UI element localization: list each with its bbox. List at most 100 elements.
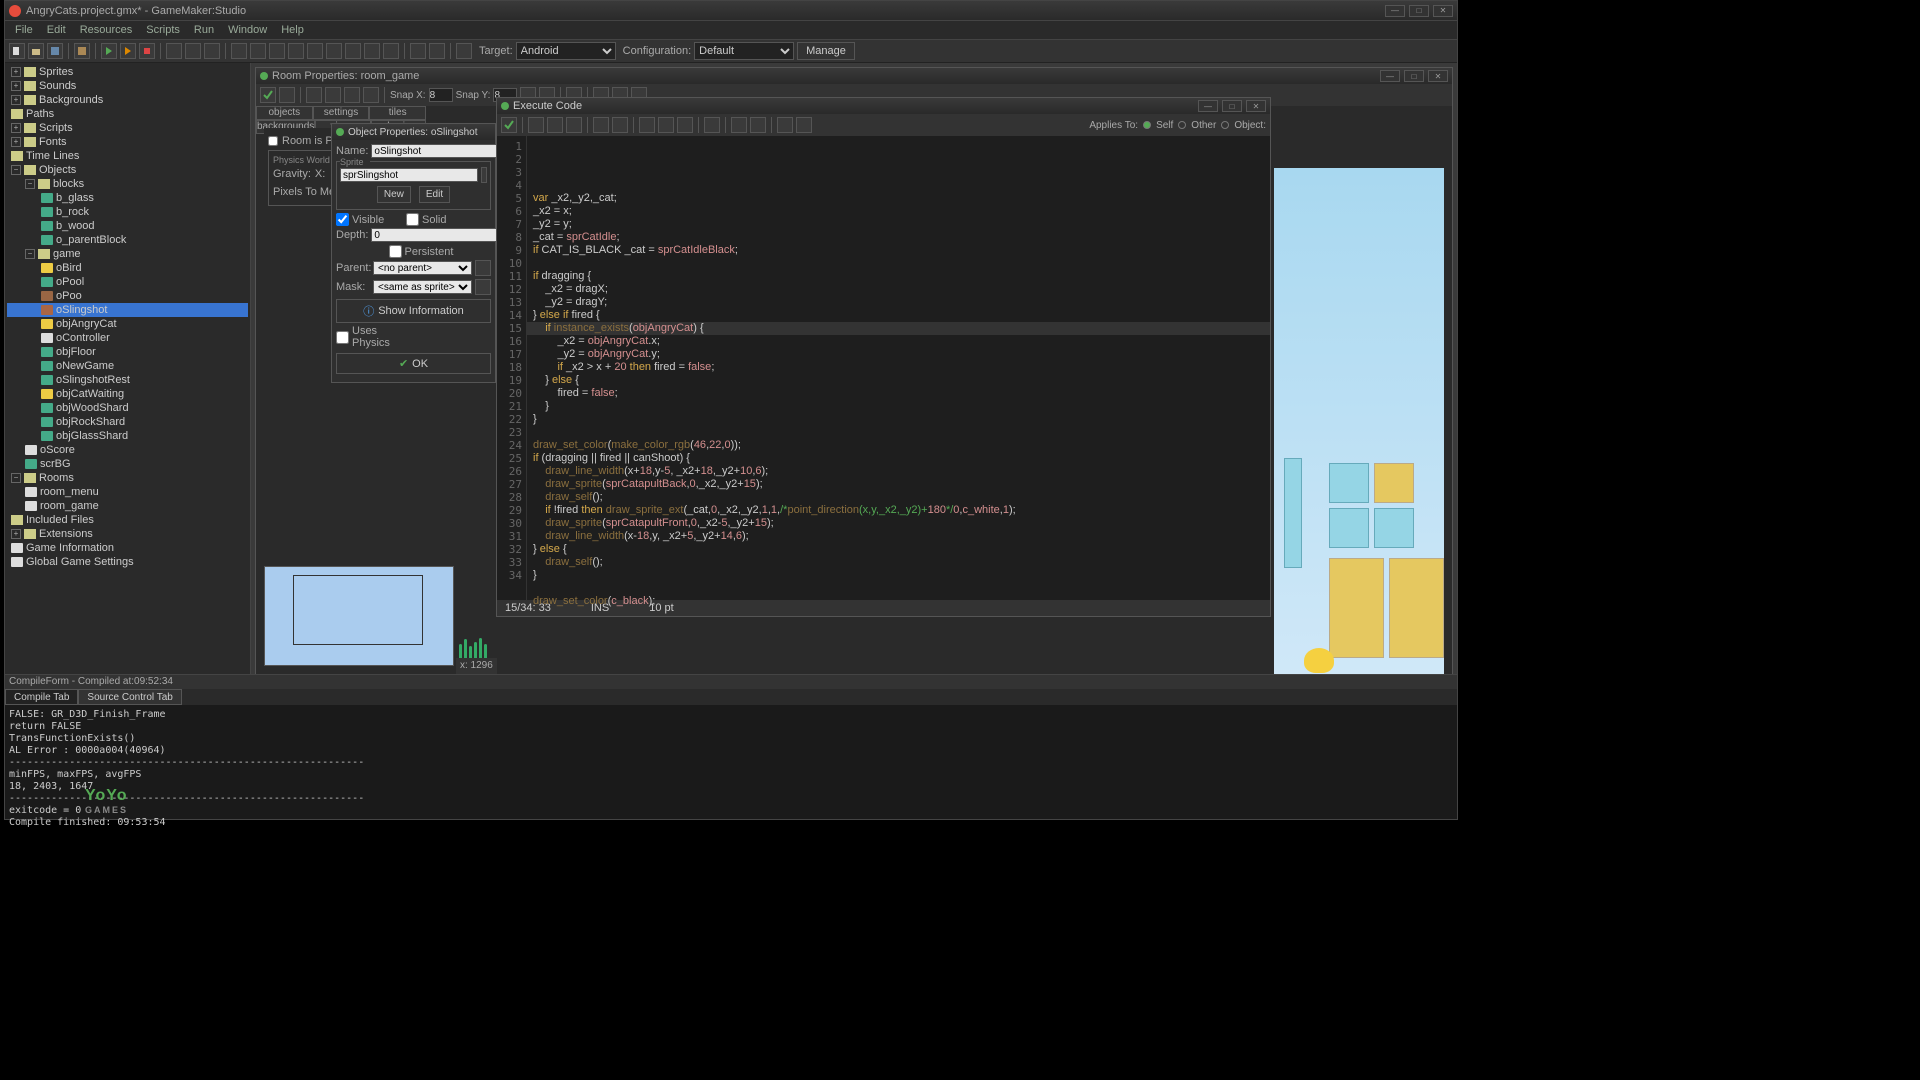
code-text[interactable]: var _x2,_y2,_cat;_x2 = x;_y2 = y;_cat = … <box>527 136 1270 600</box>
tree-blocks-folder[interactable]: −blocks <box>7 177 248 191</box>
tree-timelines[interactable]: Time Lines <box>7 149 248 163</box>
bg-icon[interactable] <box>269 43 285 59</box>
show-info-button[interactable]: ⓘShow Information <box>336 299 491 323</box>
cache-icon[interactable] <box>185 43 201 59</box>
tree-scrbg[interactable]: scrBG <box>7 457 248 471</box>
room-paste[interactable] <box>344 87 360 103</box>
sprite-browse-icon[interactable] <box>481 167 487 183</box>
room-min[interactable]: — <box>1380 70 1400 82</box>
tree-parentblock[interactable]: o_parentBlock <box>7 233 248 247</box>
settings-icon[interactable] <box>410 43 426 59</box>
compile-log[interactable]: FALSE: GR_D3D_Finish_Frame return FALSE … <box>5 705 1457 833</box>
mask-select[interactable]: <same as sprite> <box>373 280 472 294</box>
tree-oslingshot[interactable]: oSlingshot <box>7 303 248 317</box>
tree-sprites[interactable]: +Sprites <box>7 65 248 79</box>
code-find-icon[interactable] <box>704 117 720 133</box>
tree-opool[interactable]: oPool <box>7 275 248 289</box>
ok-button[interactable]: ✔OK <box>336 353 491 374</box>
minimize-button[interactable]: — <box>1385 5 1405 17</box>
room-copy[interactable] <box>325 87 341 103</box>
room-close[interactable]: ✕ <box>1428 70 1448 82</box>
tree-oscore[interactable]: oScore <box>7 443 248 457</box>
room-ok-btn[interactable] <box>260 87 276 103</box>
applies-self-radio[interactable] <box>1143 121 1151 129</box>
object-icon[interactable] <box>364 43 380 59</box>
room-lock[interactable] <box>363 87 379 103</box>
tree-extensions[interactable]: +Extensions <box>7 527 248 541</box>
tree-objwoodshard[interactable]: objWoodShard <box>7 401 248 415</box>
script-icon[interactable] <box>307 43 323 59</box>
save-icon[interactable] <box>47 43 63 59</box>
compile-tab[interactable]: Compile Tab <box>5 689 78 705</box>
code-max[interactable]: □ <box>1222 100 1242 112</box>
menu-run[interactable]: Run <box>188 22 220 38</box>
tree-game-folder[interactable]: −game <box>7 247 248 261</box>
menu-help[interactable]: Help <box>275 22 310 38</box>
clean-icon[interactable] <box>166 43 182 59</box>
tab-settings[interactable]: settings <box>313 106 370 120</box>
code-ok-btn[interactable] <box>501 117 517 133</box>
tree-sounds[interactable]: +Sounds <box>7 79 248 93</box>
help-icon[interactable] <box>456 43 472 59</box>
room-undo[interactable] <box>279 87 295 103</box>
room-max[interactable]: □ <box>1404 70 1424 82</box>
tree-brock[interactable]: b_rock <box>7 205 248 219</box>
visible-check[interactable] <box>336 213 349 226</box>
code-save-icon[interactable] <box>547 117 563 133</box>
tree-rooms[interactable]: −Rooms <box>7 471 248 485</box>
snapx-input[interactable] <box>429 88 453 102</box>
close-button[interactable]: ✕ <box>1433 5 1453 17</box>
new-sprite-button[interactable]: New <box>377 186 411 203</box>
tree-bwood[interactable]: b_wood <box>7 219 248 233</box>
menu-window[interactable]: Window <box>222 22 273 38</box>
sprite-icon[interactable] <box>231 43 247 59</box>
timeline-icon[interactable] <box>345 43 361 59</box>
target-select[interactable]: Android <box>516 42 616 60</box>
tree-roommenu[interactable]: room_menu <box>7 485 248 499</box>
tree-objglassshard[interactable]: objGlassShard <box>7 429 248 443</box>
room-titlebar[interactable]: Room Properties: room_game —□✕ <box>256 68 1452 84</box>
tree-gameinfo[interactable]: Game Information <box>7 541 248 555</box>
web-icon[interactable] <box>204 43 220 59</box>
tree-objangrycat[interactable]: objAngryCat <box>7 317 248 331</box>
tree-scripts[interactable]: +Scripts <box>7 121 248 135</box>
menu-resources[interactable]: Resources <box>74 22 139 38</box>
tree-backgrounds[interactable]: +Backgrounds <box>7 93 248 107</box>
code-editor[interactable]: 1234567891011121314151617181920212223242… <box>497 136 1270 600</box>
tab-tiles[interactable]: tiles <box>369 106 426 120</box>
font-icon[interactable] <box>326 43 342 59</box>
code-titlebar[interactable]: Execute Code —□✕ <box>497 98 1270 114</box>
tree-onewgame[interactable]: oNewGame <box>7 359 248 373</box>
applies-other-radio[interactable] <box>1178 121 1186 129</box>
tree-opoo[interactable]: oPoo <box>7 289 248 303</box>
obj-titlebar[interactable]: Object Properties: oSlingshot <box>332 124 495 140</box>
path-icon[interactable] <box>288 43 304 59</box>
code-copy-icon[interactable] <box>658 117 674 133</box>
source-control-tab[interactable]: Source Control Tab <box>78 689 181 705</box>
room-minimap[interactable] <box>264 566 454 666</box>
tree-objects[interactable]: −Objects <box>7 163 248 177</box>
maximize-button[interactable]: □ <box>1409 5 1429 17</box>
code-goto-icon[interactable] <box>777 117 793 133</box>
stop-icon[interactable] <box>139 43 155 59</box>
obj-sprite-input[interactable] <box>340 168 478 182</box>
code-snippet-icon[interactable] <box>731 117 747 133</box>
code-load-icon[interactable] <box>528 117 544 133</box>
room-cut[interactable] <box>306 87 322 103</box>
new-icon[interactable] <box>9 43 25 59</box>
tree-roomgame[interactable]: room_game <box>7 499 248 513</box>
code-redo-icon[interactable] <box>612 117 628 133</box>
tree-obird[interactable]: oBird <box>7 261 248 275</box>
sound-icon[interactable] <box>250 43 266 59</box>
tree-fonts[interactable]: +Fonts <box>7 135 248 149</box>
manage-button[interactable]: Manage <box>797 42 855 60</box>
code-help-icon[interactable] <box>796 117 812 133</box>
edit-sprite-button[interactable]: Edit <box>419 186 450 203</box>
debug-icon[interactable] <box>120 43 136 59</box>
resource-tree[interactable]: +Sprites +Sounds +Backgrounds Paths +Scr… <box>5 63 251 674</box>
tree-included[interactable]: Included Files <box>7 513 248 527</box>
parent-select[interactable]: <no parent> <box>373 261 472 275</box>
tree-ocontroller[interactable]: oController <box>7 331 248 345</box>
code-paste-icon[interactable] <box>677 117 693 133</box>
code-cut-icon[interactable] <box>639 117 655 133</box>
